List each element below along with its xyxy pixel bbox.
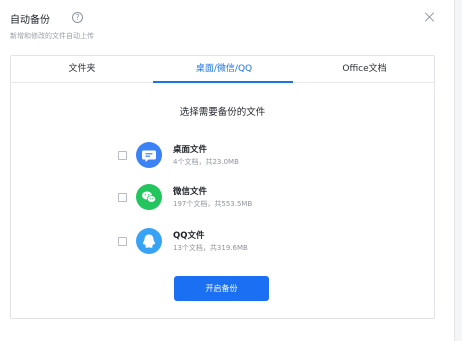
dialog-subtitle: 新增和修改的文件自动上传 xyxy=(10,32,94,40)
list-item-qq: QQ文件 13个文档，共319.6MB xyxy=(11,227,434,261)
list-item-desktop: 桌面文件 4个文档，共23.0MB xyxy=(11,141,434,175)
qq-file-meta: 13个文档，共319.6MB xyxy=(173,244,248,252)
desktop-file-name: 桌面文件 xyxy=(173,145,208,155)
qq-icon xyxy=(136,228,162,254)
qq-checkbox[interactable] xyxy=(118,237,127,246)
backup-panel: 文件夹 桌面/微信/QQ Office文档 选择需要备份的文件 桌面文件 4个文… xyxy=(10,55,435,319)
tab-office-docs[interactable]: Office文档 xyxy=(295,56,434,83)
desktop-file-meta: 4个文档，共23.0MB xyxy=(173,158,239,166)
wechat-file-meta: 197个文档，共553.5MB xyxy=(173,200,253,208)
help-icon[interactable]: ? xyxy=(72,12,83,23)
section-title: 选择需要备份的文件 xyxy=(179,107,266,118)
tab-desktop-wechat-qq[interactable]: 桌面/微信/QQ xyxy=(153,56,295,83)
auto-backup-dialog: 自动备份 ? 新增和修改的文件自动上传 文件夹 桌面/微信/QQ Office文… xyxy=(0,0,454,341)
tab-folder[interactable]: 文件夹 xyxy=(11,56,153,83)
list-item-wechat: 微信文件 197个文档，共553.5MB xyxy=(11,183,434,217)
start-backup-button[interactable]: 开启备份 xyxy=(174,276,269,301)
active-tab-indicator xyxy=(153,81,293,83)
background-window-edge xyxy=(454,0,462,341)
wechat-icon xyxy=(136,184,162,210)
desktop-chat-icon xyxy=(136,142,162,168)
wechat-file-name: 微信文件 xyxy=(173,187,208,197)
close-icon[interactable] xyxy=(424,11,436,23)
dialog-title: 自动备份 xyxy=(10,15,50,26)
tab-bar: 文件夹 桌面/微信/QQ Office文档 xyxy=(11,56,434,83)
wechat-checkbox[interactable] xyxy=(118,193,127,202)
desktop-checkbox[interactable] xyxy=(118,151,127,160)
qq-file-name: QQ文件 xyxy=(173,231,205,241)
